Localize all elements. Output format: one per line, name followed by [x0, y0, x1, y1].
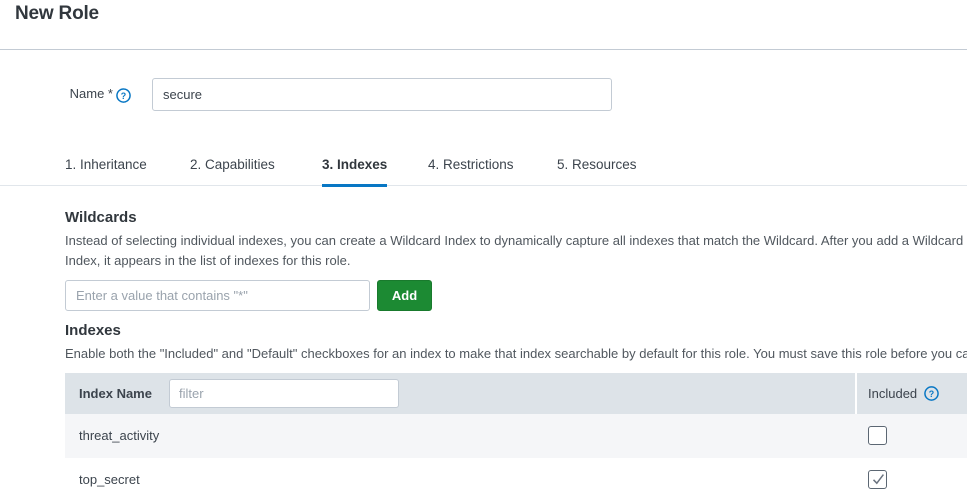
tab-restrictions[interactable]: 4. Restrictions — [428, 150, 514, 186]
indexes-table: Index Name Included ? threat_activity to… — [65, 373, 967, 502]
tab-indexes[interactable]: 3. Indexes — [322, 150, 388, 187]
name-field-row: Name * — [0, 78, 967, 112]
svg-text:?: ? — [929, 389, 934, 399]
indexes-heading: Indexes — [65, 322, 121, 339]
index-name-cell: top_secret — [79, 472, 140, 487]
index-name-cell: threat_activity — [79, 428, 160, 443]
help-circle-icon[interactable]: ? — [921, 386, 939, 401]
column-header-included-label: Included — [868, 386, 918, 401]
column-header-index-name: Index Name — [79, 386, 152, 401]
page-title: New Role — [15, 3, 99, 24]
table-row: top_secret — [65, 458, 967, 502]
add-wildcard-button[interactable]: Add — [377, 280, 432, 311]
tab-resources[interactable]: 5. Resources — [557, 150, 637, 186]
table-row: threat_activity — [65, 414, 967, 458]
name-input[interactable] — [152, 78, 612, 111]
included-checkbox[interactable] — [868, 426, 887, 445]
column-header-included: Included ? — [868, 386, 939, 401]
wildcards-heading: Wildcards — [65, 209, 137, 226]
new-role-page: New Role Name * ? 1. Inheritance 2. Capa… — [0, 0, 967, 504]
name-label: Name * — [69, 86, 113, 101]
page-header: New Role — [0, 0, 967, 50]
table-header-row: Index Name Included ? — [65, 373, 967, 414]
wizard-tabs: 1. Inheritance 2. Capabilities 3. Indexe… — [0, 150, 967, 187]
indexes-description: Enable both the "Included" and "Default"… — [65, 346, 967, 361]
index-filter-input[interactable] — [169, 379, 399, 408]
wildcard-input[interactable] — [65, 280, 370, 311]
included-checkbox[interactable] — [868, 470, 887, 489]
tab-inheritance[interactable]: 1. Inheritance — [65, 150, 147, 186]
column-divider — [855, 373, 857, 414]
svg-text:?: ? — [121, 91, 126, 101]
help-circle-icon[interactable]: ? — [116, 87, 131, 105]
tab-capabilities[interactable]: 2. Capabilities — [190, 150, 275, 186]
wildcards-description: Instead of selecting individual indexes,… — [65, 233, 964, 268]
